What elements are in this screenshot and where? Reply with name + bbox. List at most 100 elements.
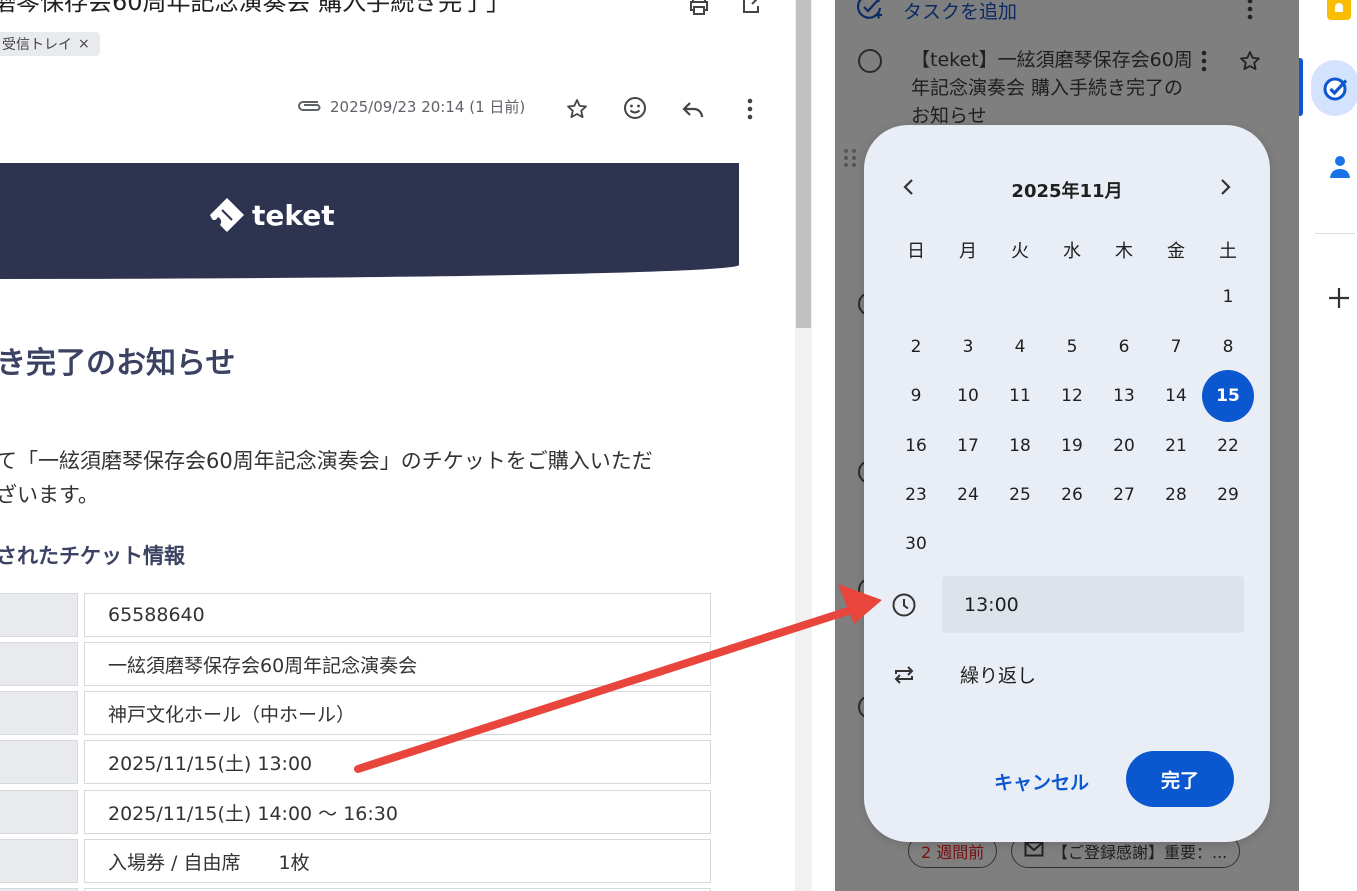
calendar-day[interactable]: 4 (994, 321, 1046, 373)
calendar-day[interactable]: 19 (1046, 420, 1098, 472)
calendar-day[interactable]: 26 (1046, 469, 1098, 521)
calendar-day[interactable]: 21 (1150, 420, 1202, 472)
more-vert-icon[interactable] (735, 94, 765, 124)
emoji-icon[interactable] (620, 93, 650, 123)
weekday-label: 土 (1219, 241, 1237, 262)
linked-mail-text: 【ご登録感謝】重要：... (1052, 843, 1228, 862)
task-complete-checkbox[interactable] (858, 49, 882, 73)
done-button[interactable]: 完了 (1126, 751, 1234, 807)
calendar-day[interactable]: 17 (942, 420, 994, 472)
active-indicator (1299, 58, 1303, 116)
ticket-row-value: 一絃須磨琴保存会60周年記念演奏会 (84, 642, 711, 686)
calendar-day[interactable]: 24 (942, 469, 994, 521)
weekday-label: 月 (959, 241, 977, 262)
ticket-logo-icon (210, 198, 244, 232)
time-input[interactable]: 13:00 (942, 576, 1244, 633)
calendar-day[interactable]: 8 (1202, 321, 1254, 373)
time-value: 13:00 (964, 593, 1019, 616)
calendar-day[interactable]: 16 (890, 420, 942, 472)
calendar-day[interactable]: 2 (890, 321, 942, 373)
reply-icon[interactable] (678, 94, 708, 124)
attachment-icon (296, 97, 322, 117)
ticket-row-value: 神戸文化ホール（中ホール） (84, 691, 711, 735)
ticket-row-key (0, 790, 78, 834)
calendar-day[interactable]: 29 (1202, 469, 1254, 521)
print-icon[interactable] (684, 0, 714, 20)
remove-label-button[interactable]: × (78, 36, 90, 52)
due-chip-text: 2 週間前 (921, 843, 985, 862)
calendar-day-selected[interactable]: 15 (1202, 370, 1254, 422)
calendar-day[interactable]: 27 (1098, 469, 1150, 521)
date-picker-dialog: 2025年11月 日月火水木金土 1 2 3 4 5 6 7 8 9 10 11 12 13 14 15 16… (864, 125, 1270, 842)
calendar-day[interactable]: 9 (890, 370, 942, 422)
calendar-day[interactable]: 11 (994, 370, 1046, 422)
tasks-icon[interactable] (1311, 60, 1357, 116)
email-meta: 2025/09/23 20:14 (1 日前) (296, 96, 525, 117)
calendar-day[interactable]: 3 (942, 321, 994, 373)
calendar-day[interactable]: 5 (1046, 321, 1098, 373)
calendar-day[interactable]: 18 (994, 420, 1046, 472)
mail-icon (1024, 841, 1044, 861)
calendar-day[interactable]: 6 (1098, 321, 1150, 373)
calendar-day[interactable]: 13 (1098, 370, 1150, 422)
clock-icon (891, 592, 917, 622)
task-title[interactable]: 【teket】一絃須磨琴保存会60周年記念演奏会 購入手続き完了のお知らせ (911, 46, 1201, 130)
email-date: 2025/09/23 20:14 (1 日前) (330, 98, 526, 116)
tasks-more-icon[interactable] (1235, 0, 1265, 24)
calendar-day[interactable]: 1 (1202, 271, 1254, 323)
ticket-row-key (0, 740, 78, 784)
side-rail (1299, 0, 1357, 891)
ticket-row-value: 2025/11/15(土) 13:00 (84, 740, 711, 784)
repeat-icon (892, 663, 916, 691)
calendar-day[interactable]: 10 (942, 370, 994, 422)
ticket-row-key (0, 839, 78, 883)
mail-body: て「一絃須磨琴保存会60周年記念演奏会」のチケットをご購入いただ ざいます。 (0, 444, 653, 512)
rail-divider (1315, 233, 1355, 234)
ticket-row-key (0, 642, 78, 686)
calendar-day[interactable]: 25 (994, 469, 1046, 521)
weekday-label: 日 (907, 241, 925, 262)
ticket-info-heading: されたチケット情報 (0, 544, 185, 568)
mail-body-line-1: て「一絃須磨琴保存会60周年記念演奏会」のチケットをご購入いただ (0, 449, 653, 473)
calendar-day[interactable]: 7 (1150, 321, 1202, 373)
star-icon[interactable] (562, 94, 592, 124)
calendar-day[interactable]: 23 (890, 469, 942, 521)
ticket-row-value: 65588640 (84, 593, 711, 637)
mail-heading: き完了のお知らせ (0, 346, 236, 381)
mail-body-line-2: ざいます。 (0, 483, 99, 507)
scrollbar-thumb[interactable] (796, 0, 811, 328)
task-star-icon[interactable] (1235, 46, 1265, 76)
teket-wordmark: teket (252, 198, 335, 232)
teket-banner (0, 163, 739, 279)
calendar-day[interactable]: 14 (1150, 370, 1202, 422)
weekday-label: 火 (1011, 241, 1029, 262)
repeat-option[interactable]: 繰り返し (960, 661, 1036, 688)
plus-icon[interactable] (1328, 287, 1350, 313)
inbox-label-chip[interactable]: 受信トレイ × (0, 32, 100, 56)
ticket-row-value: 入場券 / 自由席 1枚 (84, 839, 711, 883)
open-in-new-icon[interactable] (736, 0, 766, 20)
email-subject: 磨琴保存会60周年記念演奏会 購入手続き完了」 (0, 0, 511, 16)
drag-handle-icon[interactable] (843, 148, 857, 172)
calendar-day[interactable]: 12 (1046, 370, 1098, 422)
ticket-row-key (0, 691, 78, 735)
calendar-day[interactable]: 28 (1150, 469, 1202, 521)
chevron-right-icon[interactable] (1212, 173, 1240, 201)
task-more-icon[interactable] (1189, 46, 1219, 76)
weekday-label: 木 (1115, 241, 1133, 262)
keep-icon[interactable] (1327, 0, 1351, 20)
add-task-icon (855, 0, 883, 27)
ticket-row-key (0, 593, 78, 637)
inbox-label-text: 受信トレイ (2, 37, 72, 53)
calendar-day[interactable]: 20 (1098, 420, 1150, 472)
weekday-label: 水 (1063, 241, 1081, 262)
ticket-row-value: 2025/11/15(土) 14:00 ～ 16:30 (84, 790, 711, 834)
month-title: 2025年11月 (1011, 181, 1123, 202)
cancel-button[interactable]: キャンセル (990, 763, 1093, 799)
calendar-day[interactable]: 22 (1202, 420, 1254, 472)
contacts-icon[interactable] (1329, 154, 1351, 184)
calendar-day[interactable]: 30 (890, 518, 942, 570)
email-pane: 磨琴保存会60周年記念演奏会 購入手続き完了」 受信トレイ × 2025/09/… (0, 0, 812, 891)
add-task-button[interactable]: タスクを追加 (855, 0, 1017, 27)
weekday-label: 金 (1167, 241, 1185, 262)
